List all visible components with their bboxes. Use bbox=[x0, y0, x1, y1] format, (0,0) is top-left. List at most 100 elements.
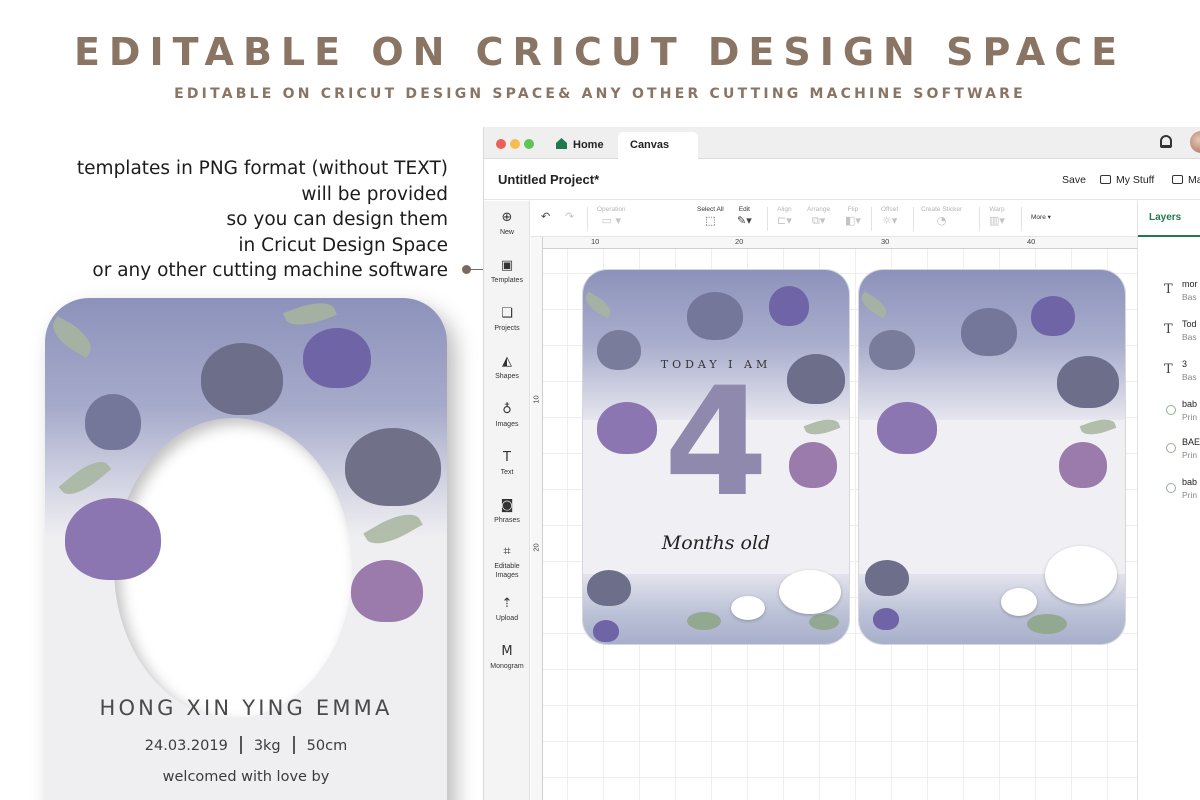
ruler-tick-label: 20 bbox=[735, 237, 744, 246]
layer-item[interactable]: Tmor Bas bbox=[1138, 277, 1200, 315]
avatar[interactable] bbox=[1190, 131, 1200, 153]
redo-button[interactable]: ↷ bbox=[565, 210, 574, 224]
divider bbox=[239, 736, 242, 754]
bell-icon[interactable] bbox=[1160, 135, 1172, 148]
flower-decoration bbox=[351, 560, 423, 622]
layer-item[interactable]: T 3 Bas bbox=[1138, 357, 1200, 395]
lily-pad bbox=[1027, 614, 1067, 634]
sidebar-item-phrases[interactable]: ◙ Phrases bbox=[484, 499, 530, 525]
sidebar-item-monogram[interactable]: M Monogram bbox=[484, 645, 530, 671]
layer-item[interactable]: BAE Prin bbox=[1138, 435, 1200, 473]
feature-line: so you can design them bbox=[226, 209, 448, 230]
sidebar-item-shapes[interactable]: ◭ Shapes bbox=[484, 355, 530, 381]
offset-button[interactable]: Offset ☼▾ bbox=[881, 206, 898, 228]
warp-label: Warp bbox=[989, 206, 1005, 213]
undo-icon: ↶ bbox=[541, 210, 551, 223]
lily-pad bbox=[809, 614, 839, 630]
layer-name: Tod bbox=[1182, 319, 1197, 329]
flower-decoration bbox=[687, 292, 743, 340]
design-caption: Months old bbox=[661, 532, 771, 554]
edit-label: Edit bbox=[738, 206, 750, 213]
layer-type: Bas bbox=[1182, 292, 1197, 302]
tab-layers[interactable]: Layers bbox=[1138, 201, 1200, 237]
tab-home[interactable]: Home bbox=[544, 132, 616, 159]
milestone-card-mockup: HONG XIN YING EMMA 24.03.2019 3kg 50cm wel… bbox=[45, 298, 447, 800]
make-button[interactable]: Ma bbox=[1172, 174, 1200, 186]
arrange-dropdown[interactable]: Arrange ⧉▾ bbox=[807, 206, 830, 228]
swan-illustration bbox=[731, 596, 765, 620]
layer-item[interactable]: T Tod Bas bbox=[1138, 317, 1200, 355]
layers-panel: Layers Tmor Bas T Tod Bas T 3 Bas bab Prin BAE… bbox=[1137, 201, 1200, 800]
operation-dropdown[interactable]: Operation ▭ ▾ bbox=[597, 206, 626, 228]
save-button[interactable]: Save bbox=[1062, 174, 1086, 186]
layer-name: bab bbox=[1182, 399, 1198, 409]
bulb-icon: ♁ bbox=[502, 402, 512, 417]
lily-pad bbox=[687, 612, 721, 630]
operation-label: Operation bbox=[597, 206, 626, 213]
layer-name: bab bbox=[1182, 477, 1198, 487]
birth-length: 50cm bbox=[306, 738, 348, 754]
align-dropdown[interactable]: Align ⊏▾ bbox=[777, 206, 792, 228]
flower-decoration bbox=[1031, 296, 1075, 336]
minimize-window-button[interactable] bbox=[510, 139, 520, 149]
sidebar-item-label: Phrases bbox=[494, 517, 520, 524]
project-title[interactable]: Untitled Project* bbox=[498, 172, 599, 187]
close-window-button[interactable] bbox=[496, 139, 506, 149]
sidebar-item-new[interactable]: ⊕ New bbox=[484, 211, 530, 237]
layer-type: Prin bbox=[1182, 412, 1198, 422]
warp-dropdown[interactable]: Warp ▥▾ bbox=[989, 206, 1005, 228]
layer-type: Bas bbox=[1182, 372, 1197, 382]
divider bbox=[292, 736, 295, 754]
my-stuff-label: My Stuff bbox=[1116, 174, 1155, 186]
sidebar-item-label: Editable Images bbox=[494, 563, 520, 579]
offset-label: Offset bbox=[881, 206, 899, 213]
tab-canvas-label: Canvas bbox=[630, 139, 670, 151]
operation-icon: ▭ ▾ bbox=[601, 214, 621, 227]
sidebar-item-label: Templates bbox=[491, 277, 523, 284]
select-all-button[interactable]: Select All ⬚ bbox=[697, 206, 724, 228]
ruler-left: 10 20 bbox=[531, 237, 543, 800]
more-dropdown[interactable]: More ▾ bbox=[1031, 214, 1051, 222]
divider bbox=[587, 207, 588, 231]
layer-item[interactable]: bab Prin bbox=[1138, 397, 1200, 435]
ruler-tick-label: 10 bbox=[531, 395, 541, 404]
my-stuff-button[interactable]: My Stuff bbox=[1100, 174, 1154, 186]
flip-icon: ◧▾ bbox=[845, 214, 861, 227]
ruler-top: 10 20 30 40 bbox=[531, 237, 1137, 249]
sidebar-item-editable-images[interactable]: ⌗ Editable Images bbox=[484, 545, 530, 580]
swan-illustration bbox=[1001, 588, 1037, 616]
sidebar-item-images[interactable]: ♁ Images bbox=[484, 403, 530, 429]
monogram-icon: M bbox=[501, 644, 513, 659]
align-label: Align bbox=[777, 206, 792, 213]
connector-dot bbox=[462, 265, 471, 274]
edit-dropdown[interactable]: Edit ✎▾ bbox=[737, 206, 752, 228]
sidebar-item-label: Shapes bbox=[495, 373, 519, 380]
sidebar-item-templates[interactable]: ▣ Templates bbox=[484, 259, 530, 285]
flower-decoration bbox=[869, 330, 915, 370]
sticker-icon: ◔ bbox=[936, 214, 947, 227]
layer-type: Prin bbox=[1182, 450, 1198, 460]
sidebar-item-text[interactable]: T Text bbox=[484, 451, 530, 477]
flip-dropdown[interactable]: Flip ◧▾ bbox=[845, 206, 861, 228]
flower-decoration bbox=[593, 620, 619, 642]
create-sticker-label: Create Sticker bbox=[921, 206, 963, 213]
undo-button[interactable]: ↶ bbox=[541, 210, 550, 224]
flower-decoration bbox=[769, 286, 809, 326]
design-artboard-blank[interactable] bbox=[859, 270, 1125, 644]
swan-illustration bbox=[779, 570, 841, 614]
pen-icon: ✎▾ bbox=[737, 214, 752, 227]
birth-weight: 3kg bbox=[253, 738, 281, 754]
sidebar-item-projects[interactable]: ❏ Projects bbox=[484, 307, 530, 333]
feature-line: or any other cutting machine software bbox=[92, 260, 448, 281]
tab-canvas[interactable]: Canvas bbox=[618, 132, 698, 159]
sidebar-item-upload[interactable]: ⇡ Upload bbox=[484, 597, 530, 623]
ruler-tick-label: 30 bbox=[881, 237, 890, 246]
sidebar-item-label: Upload bbox=[495, 615, 519, 622]
maximize-window-button[interactable] bbox=[524, 139, 534, 149]
design-artboard-with-text[interactable]: TODAY I AM 4 Months old bbox=[583, 270, 849, 644]
layer-item[interactable]: bab Prin bbox=[1138, 475, 1200, 513]
arrange-label: Arrange bbox=[807, 206, 831, 213]
create-sticker-button[interactable]: Create Sticker ◔ bbox=[921, 206, 962, 228]
flower-decoration bbox=[85, 394, 141, 450]
shapes-icon: ◭ bbox=[502, 354, 512, 369]
